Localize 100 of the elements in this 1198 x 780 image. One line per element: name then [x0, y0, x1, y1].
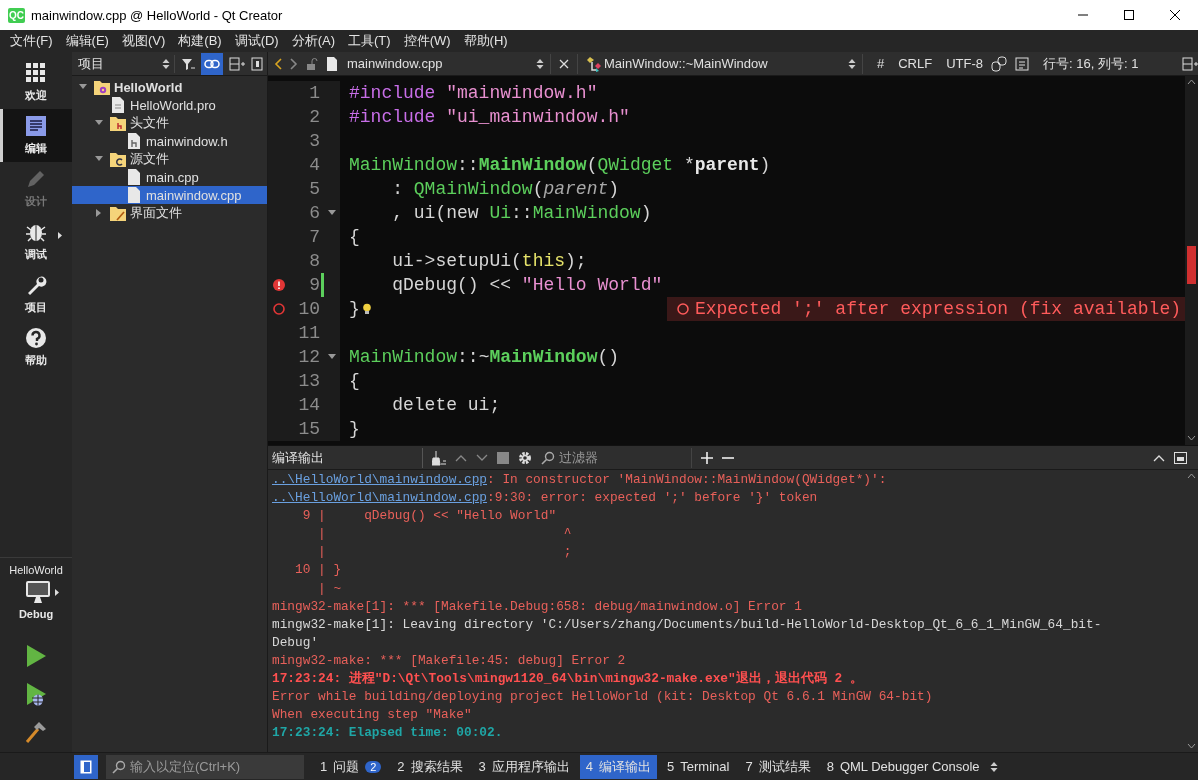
- lightbulb-icon[interactable]: [361, 303, 372, 315]
- file-icon: [125, 132, 143, 150]
- count-badge: 2: [365, 760, 382, 773]
- tree-item[interactable]: 界面文件: [72, 204, 267, 222]
- maximize-pane-icon[interactable]: [1153, 453, 1165, 462]
- split-icon[interactable]: [229, 56, 245, 71]
- fold-arrow-icon[interactable]: [328, 354, 336, 360]
- file-link[interactable]: ..\HelloWorld\mainwindow.cpp: [272, 490, 488, 506]
- expand-arrow-icon[interactable]: [96, 209, 102, 217]
- tree-item[interactable]: mainwindow.cpp: [72, 186, 267, 204]
- code-line: MainWindow::~MainWindow(): [349, 347, 620, 367]
- symbol-selector[interactable]: MainWindow::~MainWindow: [577, 53, 863, 74]
- menu-item[interactable]: 构建(B): [172, 32, 228, 50]
- tree-item[interactable]: main.cpp: [72, 168, 267, 186]
- project-folder-icon: [93, 78, 111, 96]
- debug-run-icon[interactable]: [25, 682, 47, 706]
- output-tab[interactable]: 4 编译输出: [579, 754, 658, 779]
- close-icon[interactable]: [1169, 9, 1181, 21]
- mode-tab[interactable]: 项目: [0, 268, 72, 321]
- code-model-icon[interactable]: [991, 55, 1008, 72]
- line-number: 4: [308, 155, 320, 175]
- collapse-arrow-icon[interactable]: [95, 156, 103, 162]
- output-tab[interactable]: 8 QML Debugger Console: [820, 754, 986, 779]
- settings-icon[interactable]: [518, 450, 532, 465]
- code-line: : QMainWindow(parent): [391, 179, 620, 199]
- kit-project-name: HelloWorld: [9, 564, 63, 576]
- collapse-arrow-icon[interactable]: [95, 120, 103, 126]
- file-link[interactable]: ..\HelloWorld\mainwindow.cpp: [272, 472, 488, 487]
- tree-item[interactable]: HelloWorld.pro: [72, 96, 267, 114]
- combo-arrows-icon[interactable]: [162, 57, 170, 70]
- menu-item[interactable]: 视图(V): [115, 32, 172, 50]
- close-pane-icon[interactable]: [1174, 451, 1187, 464]
- menu-item[interactable]: 帮助(H): [457, 32, 514, 50]
- output-line: mingw32-make[1]: *** [Makefile.Debug:658: debug/mainwindow.o] Error 1: [272, 597, 803, 616]
- folder-icon: [109, 204, 127, 222]
- mode-tab[interactable]: 编辑: [0, 109, 72, 162]
- menu-item[interactable]: 编辑(E): [59, 32, 115, 50]
- tree-item[interactable]: HelloWorld: [72, 78, 267, 96]
- up-icon[interactable]: [455, 453, 467, 462]
- file-selector[interactable]: mainwindow.cpp: [326, 53, 551, 74]
- code-line: }: [349, 299, 360, 319]
- forward-icon[interactable]: [290, 57, 298, 70]
- back-icon[interactable]: [274, 57, 282, 70]
- locate-field[interactable]: 输入以定位(Ctrl+K): [106, 754, 304, 779]
- output-tab[interactable]: 7 测试结果: [739, 754, 817, 779]
- outline-icon[interactable]: [1015, 56, 1030, 71]
- menu-item[interactable]: 控件(W): [397, 32, 457, 50]
- combo-arrows-icon[interactable]: [989, 760, 998, 773]
- menu-item[interactable]: 调试(D): [228, 32, 285, 50]
- error-icon: [273, 279, 285, 291]
- mode-tab[interactable]: 帮助: [0, 321, 72, 374]
- output-line: mingw32-make: *** [Makefile:45: debug] Error 2: [272, 651, 627, 670]
- code-line: delete ui;: [391, 395, 501, 415]
- close-panel-icon[interactable]: [251, 56, 263, 71]
- cursor-position[interactable]: 行号: 16, 列号: 1: [1043, 54, 1139, 73]
- monitor-icon[interactable]: [25, 580, 51, 604]
- tree-item[interactable]: 源文件: [72, 150, 267, 168]
- combo-arrows-icon[interactable]: [536, 57, 544, 70]
- encoding-label[interactable]: UTF-8: [946, 56, 984, 71]
- grid-icon: [25, 62, 47, 84]
- split-icon[interactable]: [1182, 56, 1198, 71]
- menu-item[interactable]: 分析(A): [285, 32, 342, 50]
- filter-icon[interactable]: [181, 56, 195, 71]
- line-number: 12: [297, 347, 320, 367]
- file-icon: [326, 55, 338, 72]
- view-selector[interactable]: 项目: [78, 54, 175, 73]
- mode-tab[interactable]: 欢迎: [0, 56, 72, 109]
- tree-item[interactable]: 头文件: [72, 114, 267, 132]
- collapse-arrow-icon[interactable]: [79, 84, 87, 90]
- down-icon[interactable]: [476, 453, 488, 462]
- pencil-icon: [25, 168, 47, 190]
- sidebar-toggle[interactable]: [74, 754, 98, 779]
- lock-icon[interactable]: [306, 57, 318, 70]
- output-tab[interactable]: 5 Terminal: [661, 754, 736, 779]
- combo-arrows-icon[interactable]: [848, 57, 856, 70]
- fold-arrow-icon[interactable]: [328, 210, 336, 216]
- output-tab[interactable]: 2 搜索结果: [391, 754, 469, 779]
- line-number: 9: [308, 275, 320, 295]
- menu-item[interactable]: 工具(T): [342, 32, 397, 50]
- output-tab[interactable]: 1 问题 2: [314, 754, 388, 779]
- output-tab[interactable]: 3 应用程序输出: [472, 754, 576, 779]
- link-icon: [204, 58, 220, 69]
- line-ending-label[interactable]: CRLF: [898, 56, 933, 71]
- tree-item[interactable]: mainwindow.h: [72, 132, 267, 150]
- filter-field[interactable]: 过滤器: [541, 447, 692, 468]
- stop-icon[interactable]: [497, 451, 509, 464]
- hash-label[interactable]: #: [877, 56, 885, 71]
- folder-icon: [109, 150, 127, 168]
- output-line: mingw32-make[1]: Leaving directory 'C:/Users/zhang/Documents/build-HelloWorld-Desktop_Qt_6_6_1_MinGW_64_bit-: [272, 615, 1103, 634]
- line-number: 5: [308, 179, 320, 199]
- mode-tab[interactable]: 调试: [0, 215, 72, 268]
- maximize-icon[interactable]: [1123, 9, 1135, 21]
- scrollbar[interactable]: [1185, 76, 1198, 445]
- output-line: | ^: [317, 525, 573, 544]
- menu-item[interactable]: 文件(F): [4, 32, 59, 50]
- plus-icon[interactable]: [701, 451, 713, 464]
- hammer-icon[interactable]: [24, 720, 48, 744]
- sync-toggle[interactable]: [201, 52, 223, 75]
- run-icon[interactable]: [25, 644, 47, 668]
- clear-icon[interactable]: [432, 449, 446, 466]
